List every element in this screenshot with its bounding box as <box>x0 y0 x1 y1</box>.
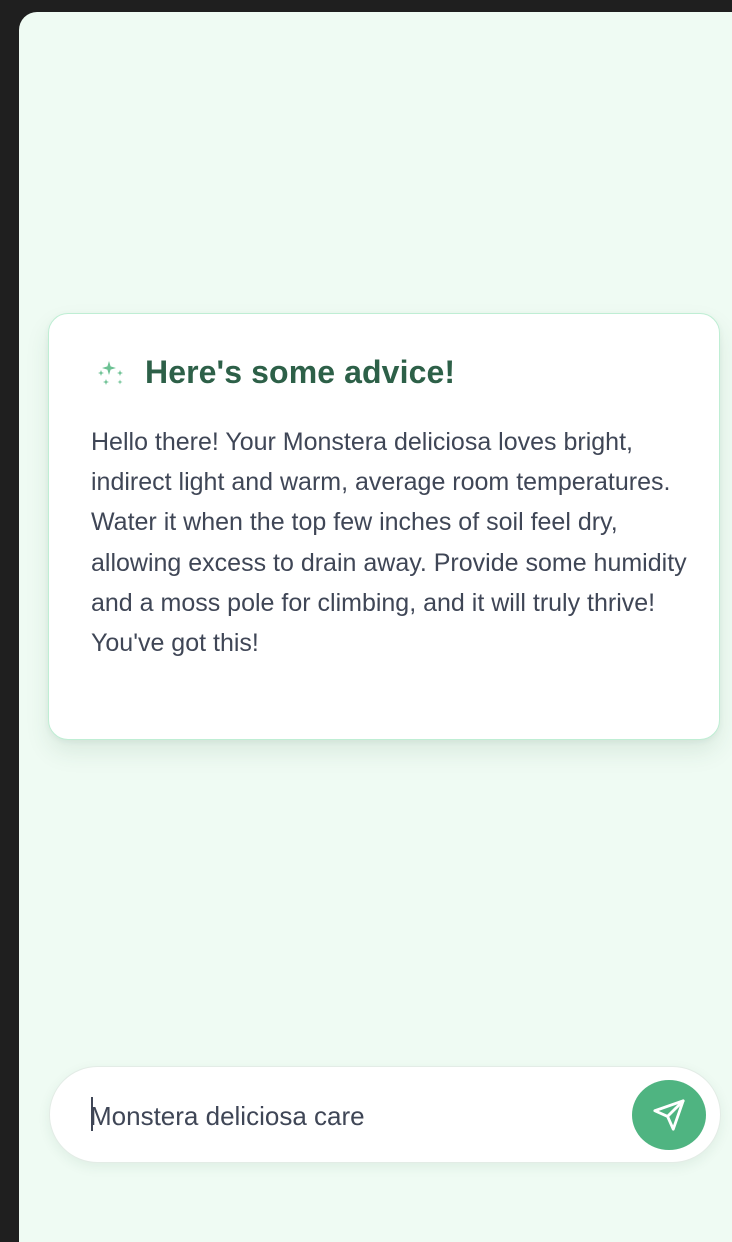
send-icon <box>652 1098 686 1132</box>
advice-card: Here's some advice! Hello there! Your Mo… <box>48 313 720 740</box>
text-caret <box>91 1097 93 1131</box>
advice-title: Here's some advice! <box>145 354 456 390</box>
search-bar <box>49 1066 721 1163</box>
window-top-bar <box>0 0 732 7</box>
search-input[interactable] <box>90 1097 620 1135</box>
sparkles-icon <box>93 355 129 391</box>
advice-header: Here's some advice! <box>93 354 455 391</box>
advice-body: Hello there! Your Monstera deliciosa lov… <box>91 428 687 658</box>
send-button[interactable] <box>632 1080 706 1150</box>
